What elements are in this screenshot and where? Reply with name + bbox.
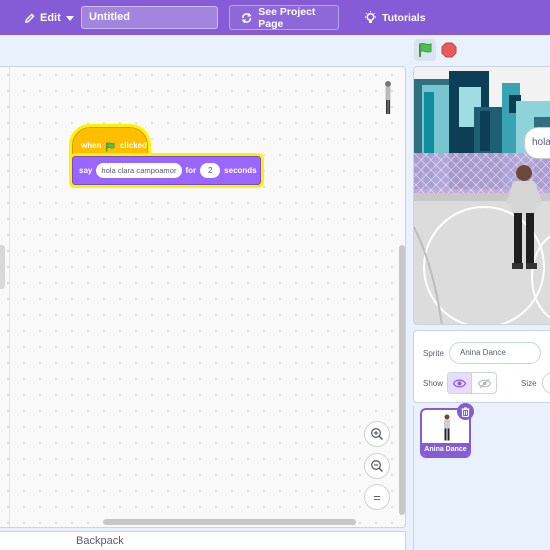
for-label: for (185, 166, 197, 175)
sprite-preview-icon (385, 81, 391, 114)
green-flag-icon (106, 142, 115, 152)
clicked-label: clicked (119, 141, 147, 150)
see-project-page-label: See Project Page (258, 5, 316, 30)
sprite-label: Sprite (423, 349, 444, 358)
speech-bubble: hola (524, 127, 550, 159)
say-label: say (79, 166, 93, 175)
zoom-in-button[interactable] (364, 421, 390, 447)
show-label: Show (423, 379, 444, 388)
size-input[interactable] (542, 372, 550, 394)
zoom-out-icon (371, 460, 384, 473)
zoom-reset-icon: = (373, 489, 381, 505)
lightbulb-icon (365, 11, 376, 23)
show-toggle (447, 372, 497, 394)
caret-down-icon (65, 15, 74, 21)
green-flag-button[interactable] (414, 39, 436, 61)
palette-scroll-handle[interactable] (0, 245, 5, 289)
backpack-bar[interactable]: Backpack (0, 531, 406, 550)
stop-sign-icon (441, 42, 457, 58)
stage[interactable]: hola (413, 66, 550, 325)
show-visible-button[interactable] (448, 373, 473, 393)
sprite-name-input[interactable]: Anina Dance (449, 342, 541, 364)
seconds-input[interactable]: 2 (200, 163, 221, 178)
see-project-page-button[interactable]: See Project Page (229, 5, 339, 30)
zoom-out-button[interactable] (364, 453, 390, 479)
sprite-info-panel: Sprite Anina Dance Show Size (413, 330, 550, 403)
seconds-label: seconds (224, 166, 257, 175)
backpack-label: Backpack (76, 535, 124, 547)
zoom-reset-button[interactable]: = (364, 484, 390, 510)
tutorials-button[interactable]: Tutorials (364, 9, 426, 27)
size-label: Size (521, 379, 537, 388)
show-hidden-button[interactable] (472, 373, 496, 393)
trash-icon (461, 406, 470, 417)
vertical-scrollbar[interactable] (399, 245, 405, 515)
script-area[interactable]: when clicked say hola clara campoamor fo… (0, 66, 406, 528)
delete-sprite-button[interactable] (457, 403, 474, 420)
remix-arrows-icon (241, 12, 252, 23)
menu-bar: Edit Untitled See Project Page Tutorials (0, 0, 550, 35)
anina-dance-sprite (506, 165, 542, 269)
eye-icon (453, 379, 466, 387)
pencil-icon (25, 13, 35, 23)
when-label: when (81, 141, 102, 150)
zoom-in-icon (371, 428, 384, 441)
blocks-palette-edge (0, 67, 10, 527)
sprite-tile-name: Anina Dance (422, 443, 469, 456)
edit-menu-label: Edit (40, 12, 61, 24)
green-flag-icon (419, 42, 432, 57)
stop-button[interactable] (440, 41, 458, 59)
project-title-input[interactable]: Untitled (81, 6, 218, 29)
say-for-seconds-block[interactable]: say hola clara campoamor for 2 seconds (69, 153, 264, 188)
anina-dance-thumbnail (444, 414, 450, 441)
say-message-input[interactable]: hola clara campoamor (96, 163, 182, 178)
sprite-list-pane: Anina Dance (413, 403, 550, 550)
eye-slash-icon (477, 378, 491, 388)
edit-menu[interactable]: Edit (24, 9, 74, 27)
horizontal-scrollbar[interactable] (103, 519, 356, 525)
tutorials-label: Tutorials (382, 12, 426, 24)
